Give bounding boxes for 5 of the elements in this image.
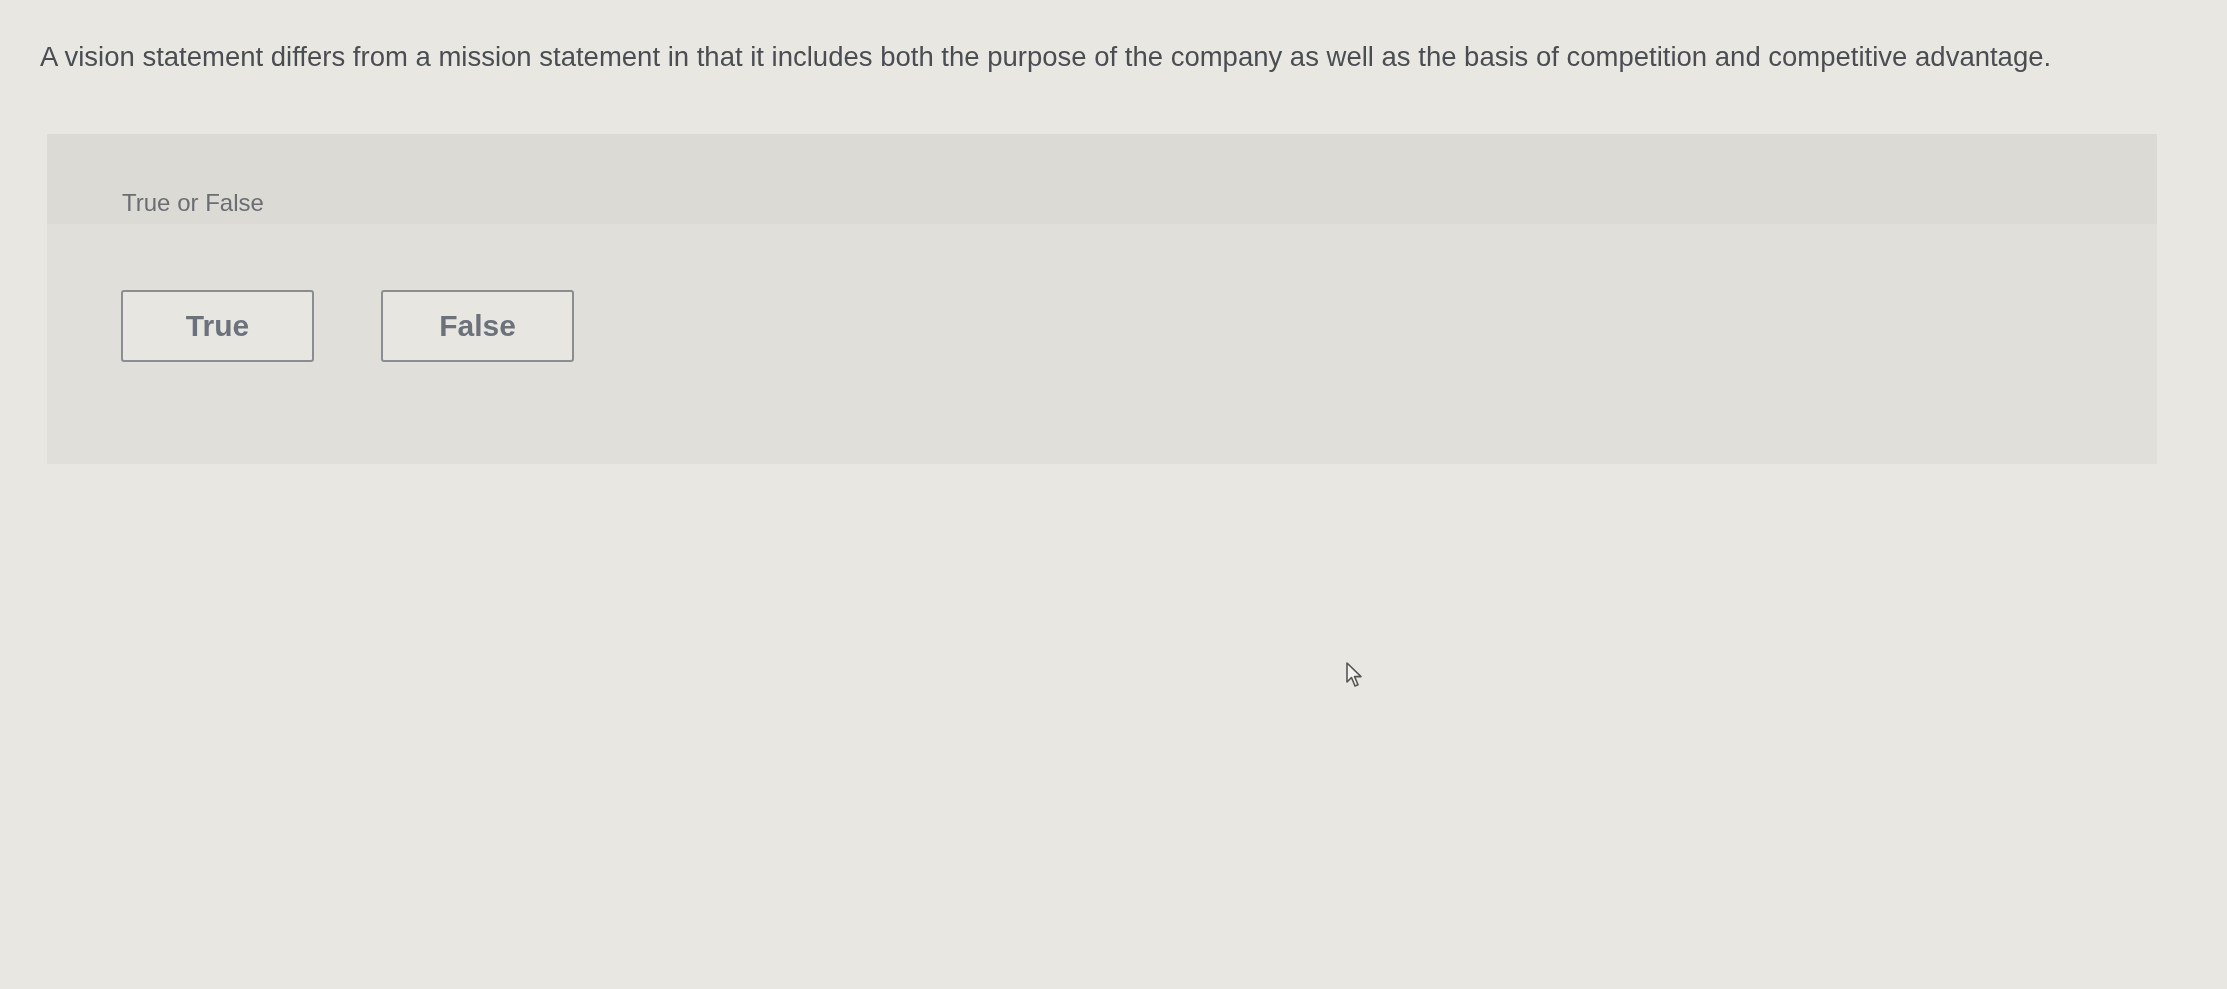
answer-option-button[interactable]: False xyxy=(381,290,574,362)
answer-option-button[interactable]: True xyxy=(121,290,314,362)
prompt-text: True or False xyxy=(122,189,264,217)
mouse-pointer-icon xyxy=(1346,662,1364,688)
question-text: A vision statement differs from a mission statement in that it includes both the purpose of the company as well as the basis of competition and competitive advantage. xyxy=(40,40,2052,74)
